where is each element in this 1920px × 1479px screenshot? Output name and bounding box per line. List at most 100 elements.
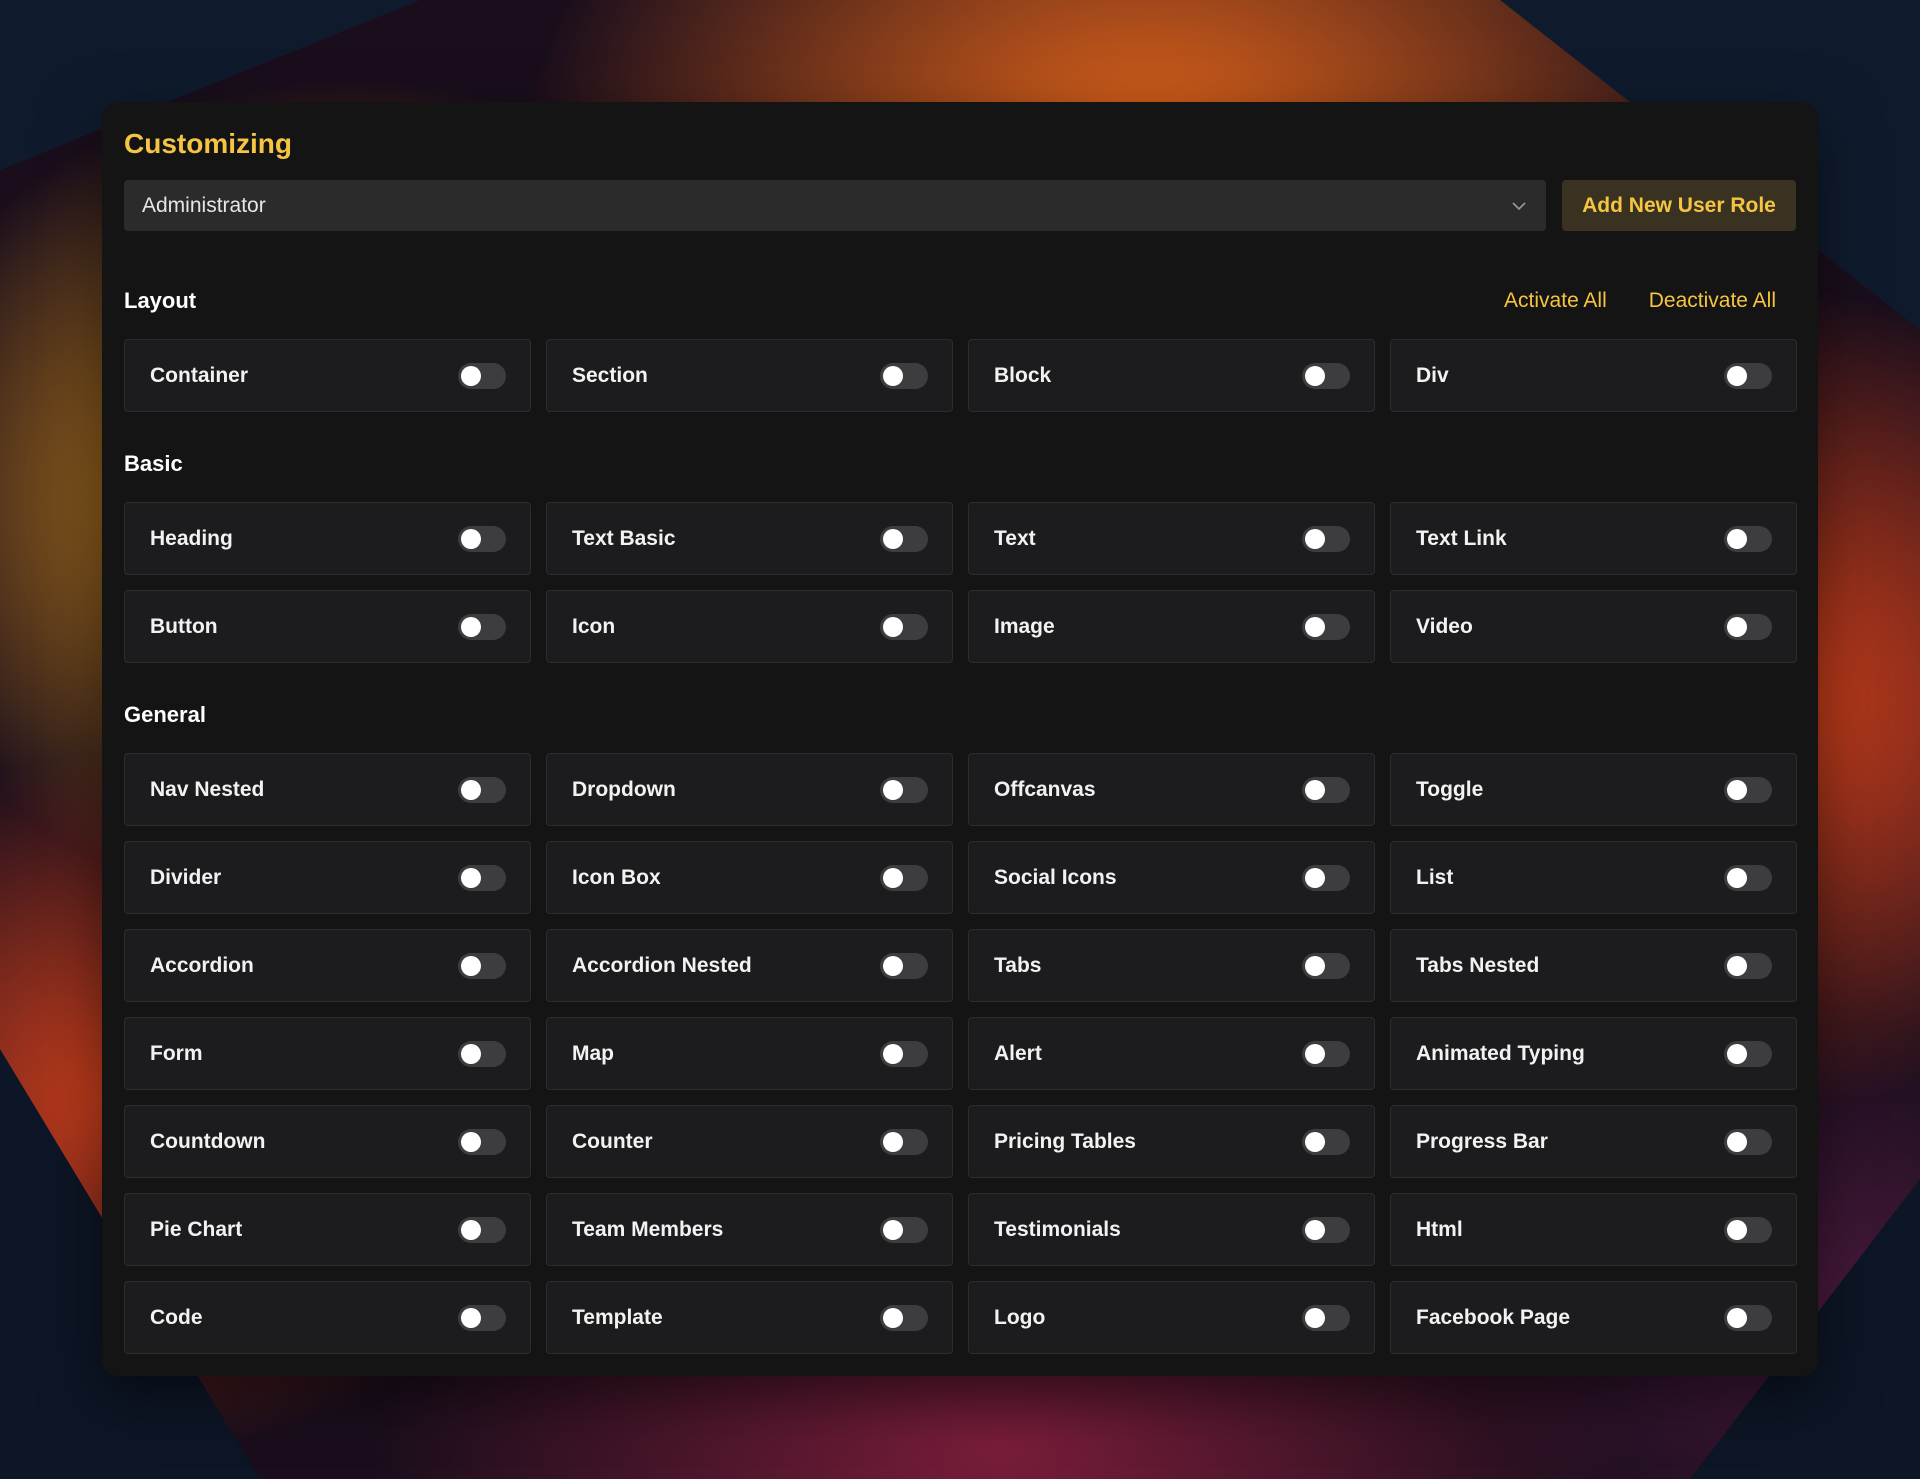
- element-toggle[interactable]: [880, 952, 928, 979]
- element-toggle[interactable]: [1724, 864, 1772, 891]
- element-card: Team Members: [546, 1193, 953, 1266]
- element-toggle[interactable]: [1302, 952, 1350, 979]
- element-label: Divider: [150, 865, 222, 889]
- element-card: Pricing Tables: [968, 1105, 1375, 1178]
- element-card: Template: [546, 1281, 953, 1354]
- toggle-knob: [1727, 779, 1747, 800]
- element-toggle[interactable]: [880, 613, 928, 640]
- section-header: Layout Activate All Deactivate All: [124, 281, 1796, 321]
- element-toggle[interactable]: [1302, 1304, 1350, 1331]
- toggle-knob: [883, 1043, 903, 1064]
- element-label: Offcanvas: [994, 777, 1096, 801]
- element-toggle[interactable]: [1724, 776, 1772, 803]
- element-card: Video: [1390, 590, 1797, 663]
- element-label: Container: [150, 363, 249, 387]
- element-toggle[interactable]: [1302, 362, 1350, 389]
- element-card: Logo: [968, 1281, 1375, 1354]
- element-toggle[interactable]: [880, 1128, 928, 1155]
- toggle-knob: [1305, 955, 1325, 976]
- element-toggle[interactable]: [458, 362, 506, 389]
- toggle-knob: [461, 1131, 481, 1152]
- element-label: Icon Box: [572, 865, 661, 889]
- element-toggle[interactable]: [880, 1216, 928, 1243]
- element-toggle[interactable]: [1302, 1040, 1350, 1067]
- element-label: Text Link: [1416, 526, 1507, 550]
- bulk-actions: Activate All Deactivate All: [1504, 289, 1796, 313]
- add-new-user-role-button[interactable]: Add New User Role: [1562, 180, 1796, 231]
- element-label: Heading: [150, 526, 233, 550]
- toggle-knob: [1727, 1131, 1747, 1152]
- element-card: Animated Typing: [1390, 1017, 1797, 1090]
- element-toggle[interactable]: [458, 1304, 506, 1331]
- section-title: General: [124, 702, 206, 727]
- section-title: Layout: [124, 288, 197, 313]
- element-card: Form: [124, 1017, 531, 1090]
- element-toggle[interactable]: [1724, 1304, 1772, 1331]
- toggle-knob: [883, 1131, 903, 1152]
- element-toggle[interactable]: [1724, 362, 1772, 389]
- element-toggle[interactable]: [1302, 776, 1350, 803]
- element-toggle[interactable]: [880, 1304, 928, 1331]
- element-toggle[interactable]: [458, 525, 506, 552]
- deactivate-all-link[interactable]: Deactivate All: [1649, 289, 1776, 313]
- section-title: Basic: [124, 451, 183, 476]
- element-card: Testimonials: [968, 1193, 1375, 1266]
- element-label: Template: [572, 1305, 663, 1329]
- element-toggle[interactable]: [880, 1040, 928, 1067]
- element-toggle[interactable]: [1724, 1040, 1772, 1067]
- element-card: Dropdown: [546, 753, 953, 826]
- element-toggle[interactable]: [1724, 1128, 1772, 1155]
- element-toggle[interactable]: [1302, 1128, 1350, 1155]
- element-toggle[interactable]: [1302, 1216, 1350, 1243]
- element-toggle[interactable]: [880, 362, 928, 389]
- element-label: Block: [994, 363, 1052, 387]
- section-header: General: [124, 695, 1796, 735]
- element-toggle[interactable]: [458, 1128, 506, 1155]
- element-toggle[interactable]: [880, 864, 928, 891]
- element-label: Div: [1416, 363, 1449, 387]
- element-card: Heading: [124, 502, 531, 575]
- toggle-knob: [883, 955, 903, 976]
- element-card: Offcanvas: [968, 753, 1375, 826]
- element-toggle[interactable]: [458, 952, 506, 979]
- element-card: Accordion: [124, 929, 531, 1002]
- element-label: Alert: [994, 1041, 1042, 1065]
- element-toggle[interactable]: [1302, 864, 1350, 891]
- toggle-knob: [1727, 528, 1747, 549]
- element-toggle[interactable]: [1724, 613, 1772, 640]
- toggle-knob: [461, 1219, 481, 1240]
- element-toggle[interactable]: [880, 525, 928, 552]
- element-toggle[interactable]: [458, 776, 506, 803]
- element-toggle[interactable]: [880, 776, 928, 803]
- section-basic: Basic Heading Text Basic Text Text Link Butto…: [124, 444, 1797, 663]
- toggle-knob: [461, 779, 481, 800]
- element-label: Pie Chart: [150, 1217, 243, 1241]
- element-label: Counter: [572, 1129, 653, 1153]
- element-toggle[interactable]: [1724, 952, 1772, 979]
- toggle-knob: [461, 528, 481, 549]
- element-toggle[interactable]: [1302, 525, 1350, 552]
- element-toggle[interactable]: [1302, 613, 1350, 640]
- element-label: Map: [572, 1041, 614, 1065]
- element-toggle[interactable]: [1724, 1216, 1772, 1243]
- activate-all-link[interactable]: Activate All: [1504, 289, 1607, 313]
- toggle-knob: [883, 1219, 903, 1240]
- user-role-select[interactable]: Administrator: [124, 180, 1546, 231]
- toggle-knob: [1305, 1131, 1325, 1152]
- element-label: Accordion: [150, 953, 254, 977]
- section-header: Basic: [124, 444, 1796, 484]
- element-toggle[interactable]: [458, 864, 506, 891]
- element-card: Alert: [968, 1017, 1375, 1090]
- element-label: Icon: [572, 614, 616, 638]
- element-card: Icon Box: [546, 841, 953, 914]
- toggle-knob: [1727, 365, 1747, 386]
- toggle-knob: [461, 365, 481, 386]
- toggle-knob: [883, 1307, 903, 1328]
- element-toggle[interactable]: [458, 613, 506, 640]
- element-card: Image: [968, 590, 1375, 663]
- element-card: Button: [124, 590, 531, 663]
- element-toggle[interactable]: [458, 1040, 506, 1067]
- element-toggle[interactable]: [1724, 525, 1772, 552]
- toggle-knob: [883, 616, 903, 637]
- element-toggle[interactable]: [458, 1216, 506, 1243]
